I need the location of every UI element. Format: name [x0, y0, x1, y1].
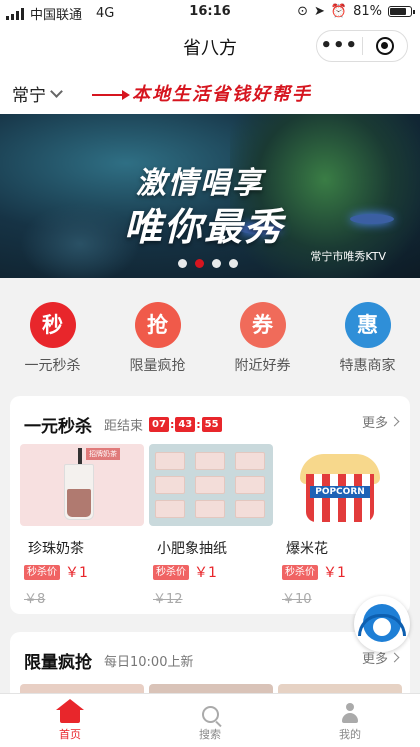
countdown-timer: 07 : 43 : 55 — [149, 417, 222, 432]
product-name: 珍珠奶茶 — [28, 541, 84, 557]
more-link-label: 更多 — [361, 416, 388, 431]
product-name: 小肥象抽纸 — [157, 541, 227, 557]
quick-category-label: 附近好券 — [234, 358, 291, 374]
price-tag: 秒杀价 — [153, 564, 189, 580]
search-icon — [201, 706, 219, 723]
tab-user[interactable]: 我的 — [280, 694, 420, 747]
customer-service-button[interactable] — [354, 596, 410, 652]
quick-category-item[interactable]: 抢限量疯抢 — [105, 278, 210, 382]
section-subtitle: 每日10:00上新 — [104, 655, 194, 670]
banner-stool — [350, 214, 394, 224]
alarm-icon: ⏰ — [330, 4, 348, 19]
quick-category-label: 限量疯抢 — [129, 358, 186, 374]
discount-icon: 惠 — [344, 302, 391, 348]
carousel-dot[interactable] — [229, 259, 238, 268]
arrow-icon — [92, 90, 130, 100]
carousel-indicator — [178, 259, 238, 268]
countdown-label: 距结束 — [104, 419, 144, 434]
tab-search[interactable]: 搜索 — [140, 694, 280, 747]
tab-label: 搜索 — [199, 728, 221, 741]
grab-icon: 抢 — [134, 302, 181, 348]
quick-category-item[interactable]: 惠特惠商家 — [315, 278, 420, 382]
quick-category-item[interactable]: 秒一元秒杀 — [0, 278, 105, 382]
slogan: 本地生活省钱好帮手 — [92, 80, 312, 106]
location-arrow-icon: ➤ — [314, 4, 325, 19]
flash-sale-card: 一元秒杀 距结束 07 : 43 : 55 更多 招牌奶茶 珍珠奶茶 秒杀价 ￥1… — [10, 396, 410, 614]
banner-subheadline: 唯你最秀 — [124, 205, 285, 249]
mini-program-capsule: ••• — [316, 30, 408, 62]
location-row: 常宁 本地生活省钱好帮手 — [0, 68, 420, 114]
battery-percent: 81% — [353, 4, 382, 19]
chevron-right-icon — [389, 416, 400, 427]
product-name: 爆米花 — [286, 541, 328, 557]
tab-home[interactable]: 首页 — [0, 694, 140, 747]
banner-caption: 常宁市唯秀KTV — [310, 250, 386, 263]
flash-sale-icon: 秒 — [29, 302, 76, 348]
close-button[interactable] — [363, 37, 408, 55]
chevron-down-icon — [50, 85, 63, 98]
countdown-seconds: 55 — [201, 417, 222, 432]
carousel-dot[interactable] — [178, 259, 187, 268]
chevron-right-icon — [389, 652, 400, 663]
coupon-icon: 券 — [239, 302, 286, 348]
more-options-button[interactable]: ••• — [317, 37, 362, 55]
quick-categories: 秒一元秒杀抢限量疯抢券附近好券惠特惠商家 — [0, 278, 420, 382]
quick-category-item[interactable]: 券附近好券 — [210, 278, 315, 382]
carousel-dot[interactable] — [195, 259, 204, 268]
tab-label: 首页 — [59, 728, 81, 741]
quick-category-label: 一元秒杀 — [24, 358, 81, 374]
home-icon — [56, 699, 84, 723]
user-icon — [340, 703, 360, 723]
countdown-hours: 07 — [149, 417, 169, 432]
promo-banner[interactable]: 激情唱享 唯你最秀 常宁市唯秀KTV — [0, 114, 420, 278]
product-list: 招牌奶茶 珍珠奶茶 秒杀价 ￥1 ￥8 小肥象抽纸 秒杀价 ￥1 ￥12 POPCO… — [20, 444, 402, 607]
sale-price: ￥1 — [194, 565, 217, 581]
sale-price: ￥1 — [323, 565, 346, 581]
section-title: 一元秒杀 — [24, 417, 92, 437]
quick-category-label: 特惠商家 — [339, 358, 396, 374]
tab-label: 我的 — [339, 728, 361, 741]
lock-rotation-icon: ⊙ — [297, 4, 308, 19]
banner-ambient-light — [20, 204, 140, 278]
city-selector[interactable]: 常宁 — [12, 81, 63, 106]
product-card[interactable]: POPCORN 爆米花 秒杀价 ￥1 ￥10 — [278, 444, 402, 607]
price-tag: 秒杀价 — [24, 564, 60, 580]
city-name: 常宁 — [12, 86, 46, 106]
slogan-text: 本地生活省钱好帮手 — [132, 84, 312, 105]
original-price: ￥12 — [153, 592, 183, 607]
status-bar: 中国联通 4G 16:16 ⊙ ➤ ⏰ 81% — [0, 0, 420, 24]
close-target-icon — [375, 37, 394, 55]
section-title: 限量疯抢 — [24, 653, 92, 673]
product-card[interactable]: 招牌奶茶 珍珠奶茶 秒杀价 ￥1 ￥8 — [20, 444, 144, 607]
limited-sale-card: 限量疯抢 每日10:00上新 更多 — [10, 632, 410, 702]
popcorn-brand: POPCORN — [310, 486, 370, 498]
title-bar: 省八方 ••• — [0, 24, 420, 68]
original-price: ￥8 — [24, 592, 46, 607]
milk-tea-image: 招牌奶茶 — [20, 444, 144, 526]
price-tag: 秒杀价 — [282, 564, 318, 580]
sale-price: ￥1 — [65, 565, 88, 581]
popcorn-image: POPCORN — [278, 444, 402, 526]
tissue-image — [149, 444, 273, 526]
bottom-tab-bar: 首页 搜索 我的 — [0, 693, 420, 747]
countdown-minutes: 43 — [175, 417, 196, 432]
more-link[interactable]: 更多 — [361, 412, 400, 431]
carousel-dot[interactable] — [212, 259, 221, 268]
tea-image-label: 招牌奶茶 — [86, 448, 120, 460]
product-card[interactable]: 小肥象抽纸 秒杀价 ￥1 ￥12 — [149, 444, 273, 607]
battery-icon — [388, 6, 415, 17]
